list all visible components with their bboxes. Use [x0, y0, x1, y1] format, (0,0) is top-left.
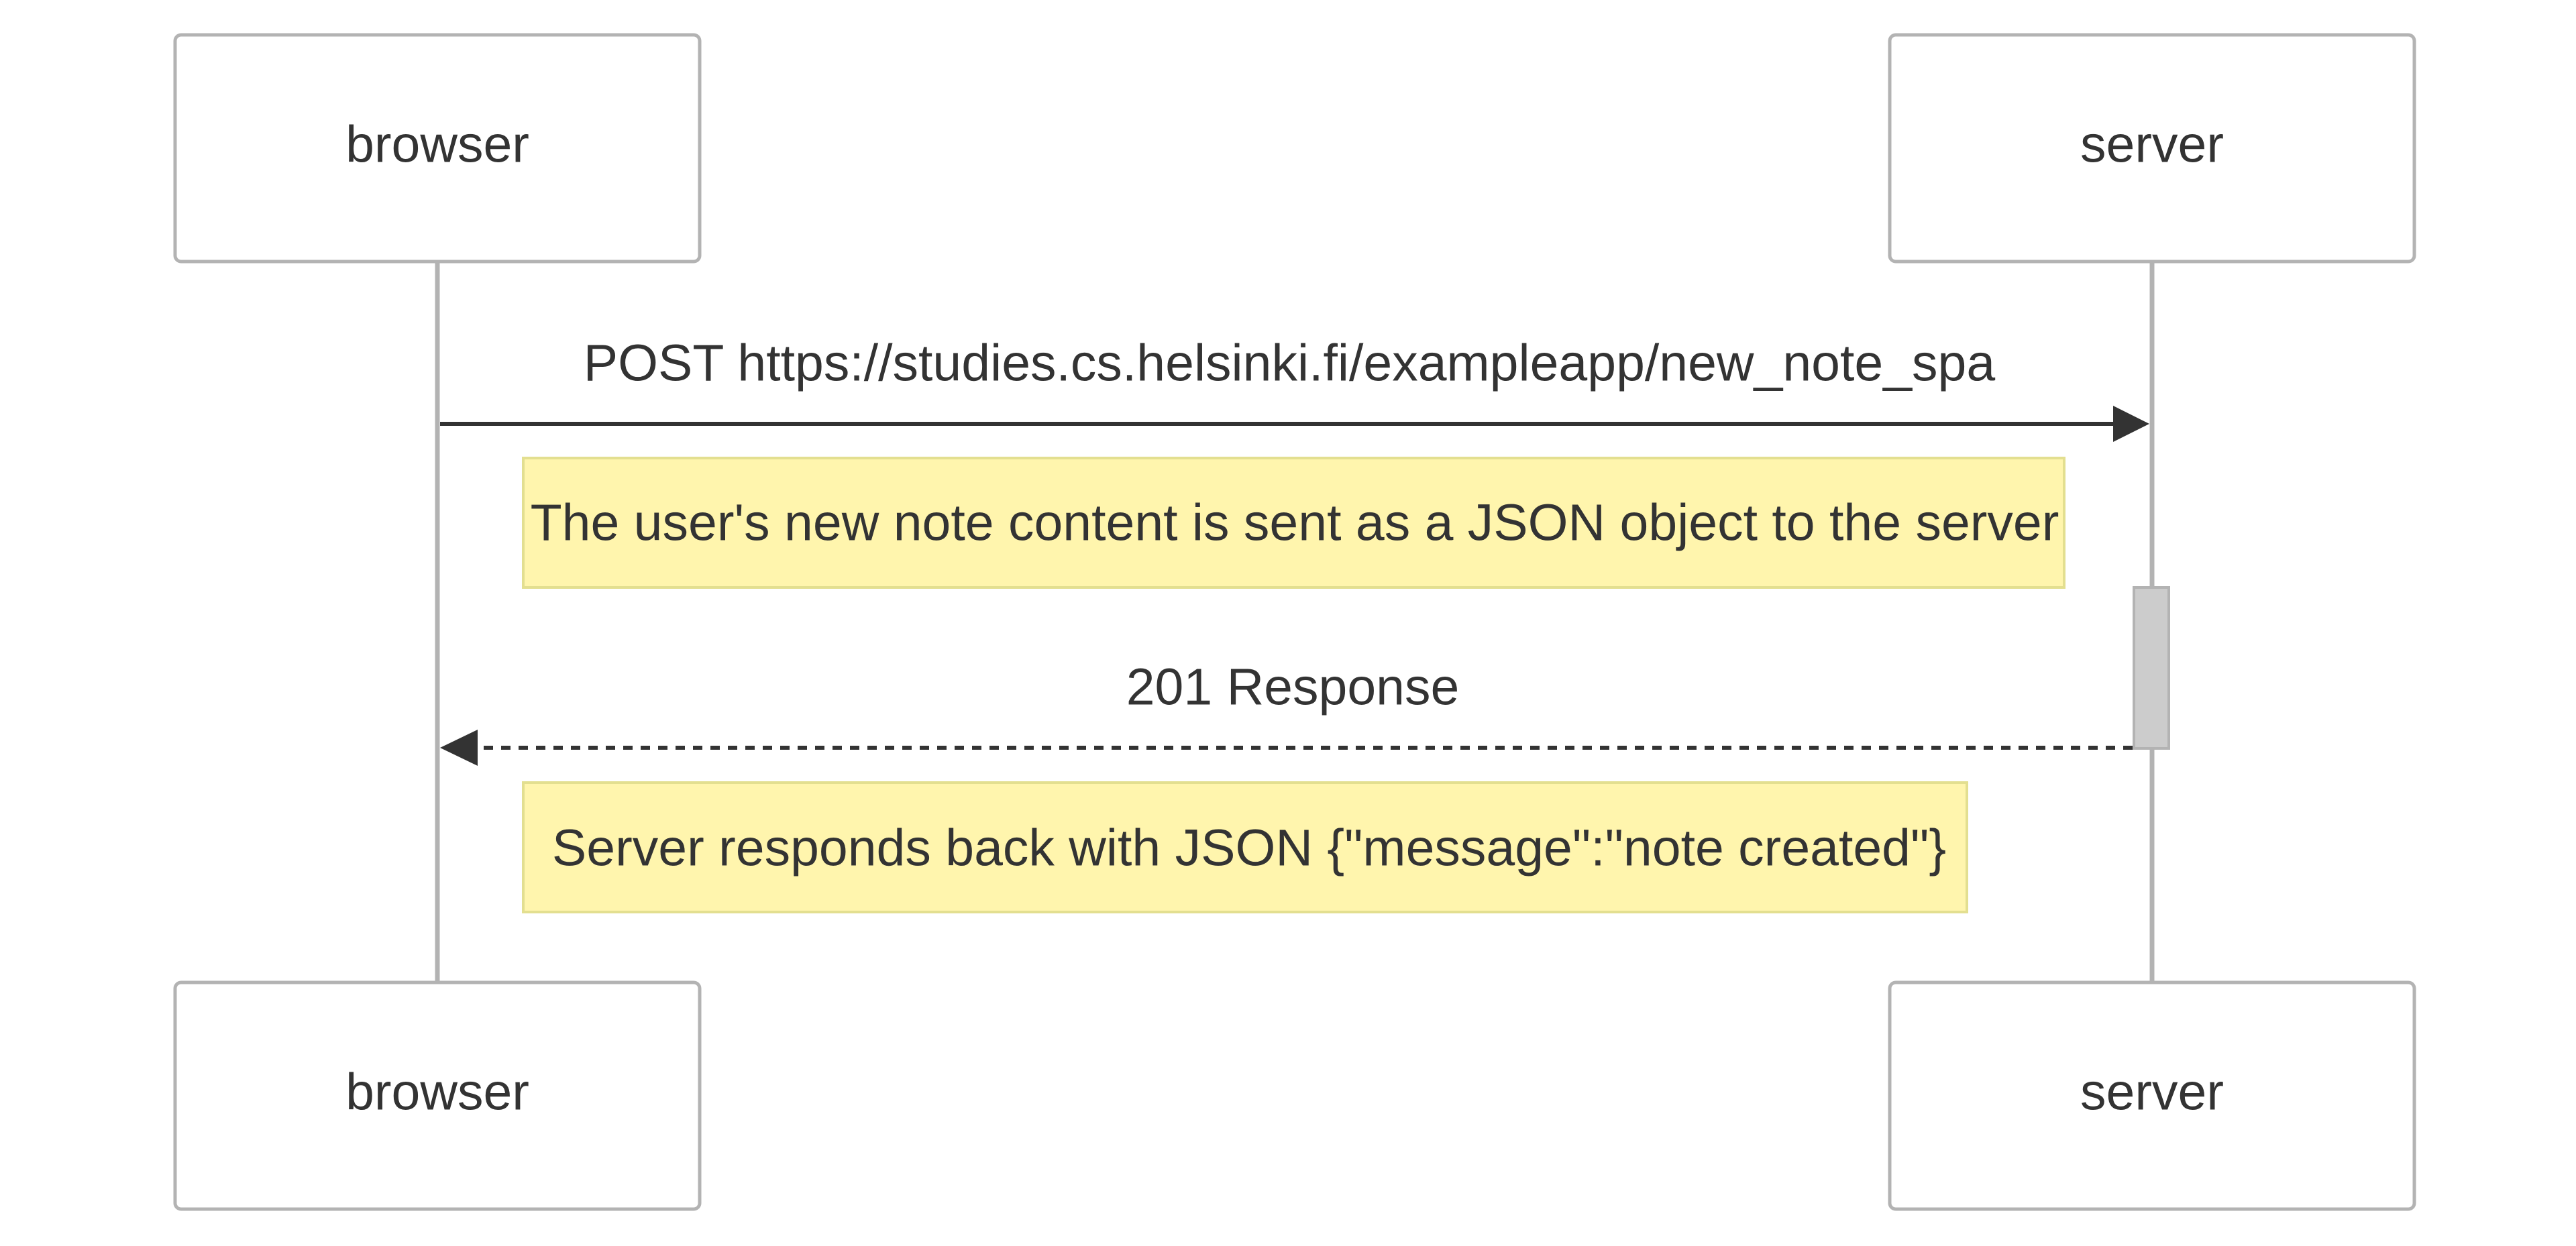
arrowhead-left-icon [440, 730, 478, 766]
note-server-response: Server responds back with JSON {"message… [522, 781, 1968, 913]
server-actor-top[interactable]: server [1888, 33, 2416, 264]
note-json-sent-text: The user's new note content is sent as a… [531, 494, 2059, 551]
message-post-label: POST https://studies.cs.helsinki.fi/exam… [584, 334, 1996, 392]
browser-actor-bottom-label: browser [345, 1063, 529, 1121]
note-json-sent: The user's new note content is sent as a… [522, 457, 2065, 589]
message-201-label: 201 Response [1126, 658, 1460, 716]
message-201-response[interactable]: 201 Response [440, 658, 2133, 766]
sequence-diagram: browser server POST https://studies.cs.h… [0, 0, 2576, 1243]
sequence-diagram-svg: browser server POST https://studies.cs.h… [173, 33, 2416, 1211]
server-actor-bottom-label: server [2080, 1063, 2224, 1121]
message-post-new-note[interactable]: POST https://studies.cs.helsinki.fi/exam… [440, 334, 2149, 442]
server-activation-bar [2133, 586, 2170, 750]
browser-actor-top[interactable]: browser [173, 33, 702, 264]
browser-actor-bottom[interactable]: browser [173, 980, 702, 1211]
arrowhead-right-icon [2113, 406, 2149, 442]
note-server-response-text: Server responds back with JSON {"message… [552, 819, 1946, 876]
server-actor-bottom[interactable]: server [1888, 980, 2416, 1211]
browser-actor-top-label: browser [345, 115, 529, 173]
server-actor-top-label: server [2080, 115, 2224, 173]
